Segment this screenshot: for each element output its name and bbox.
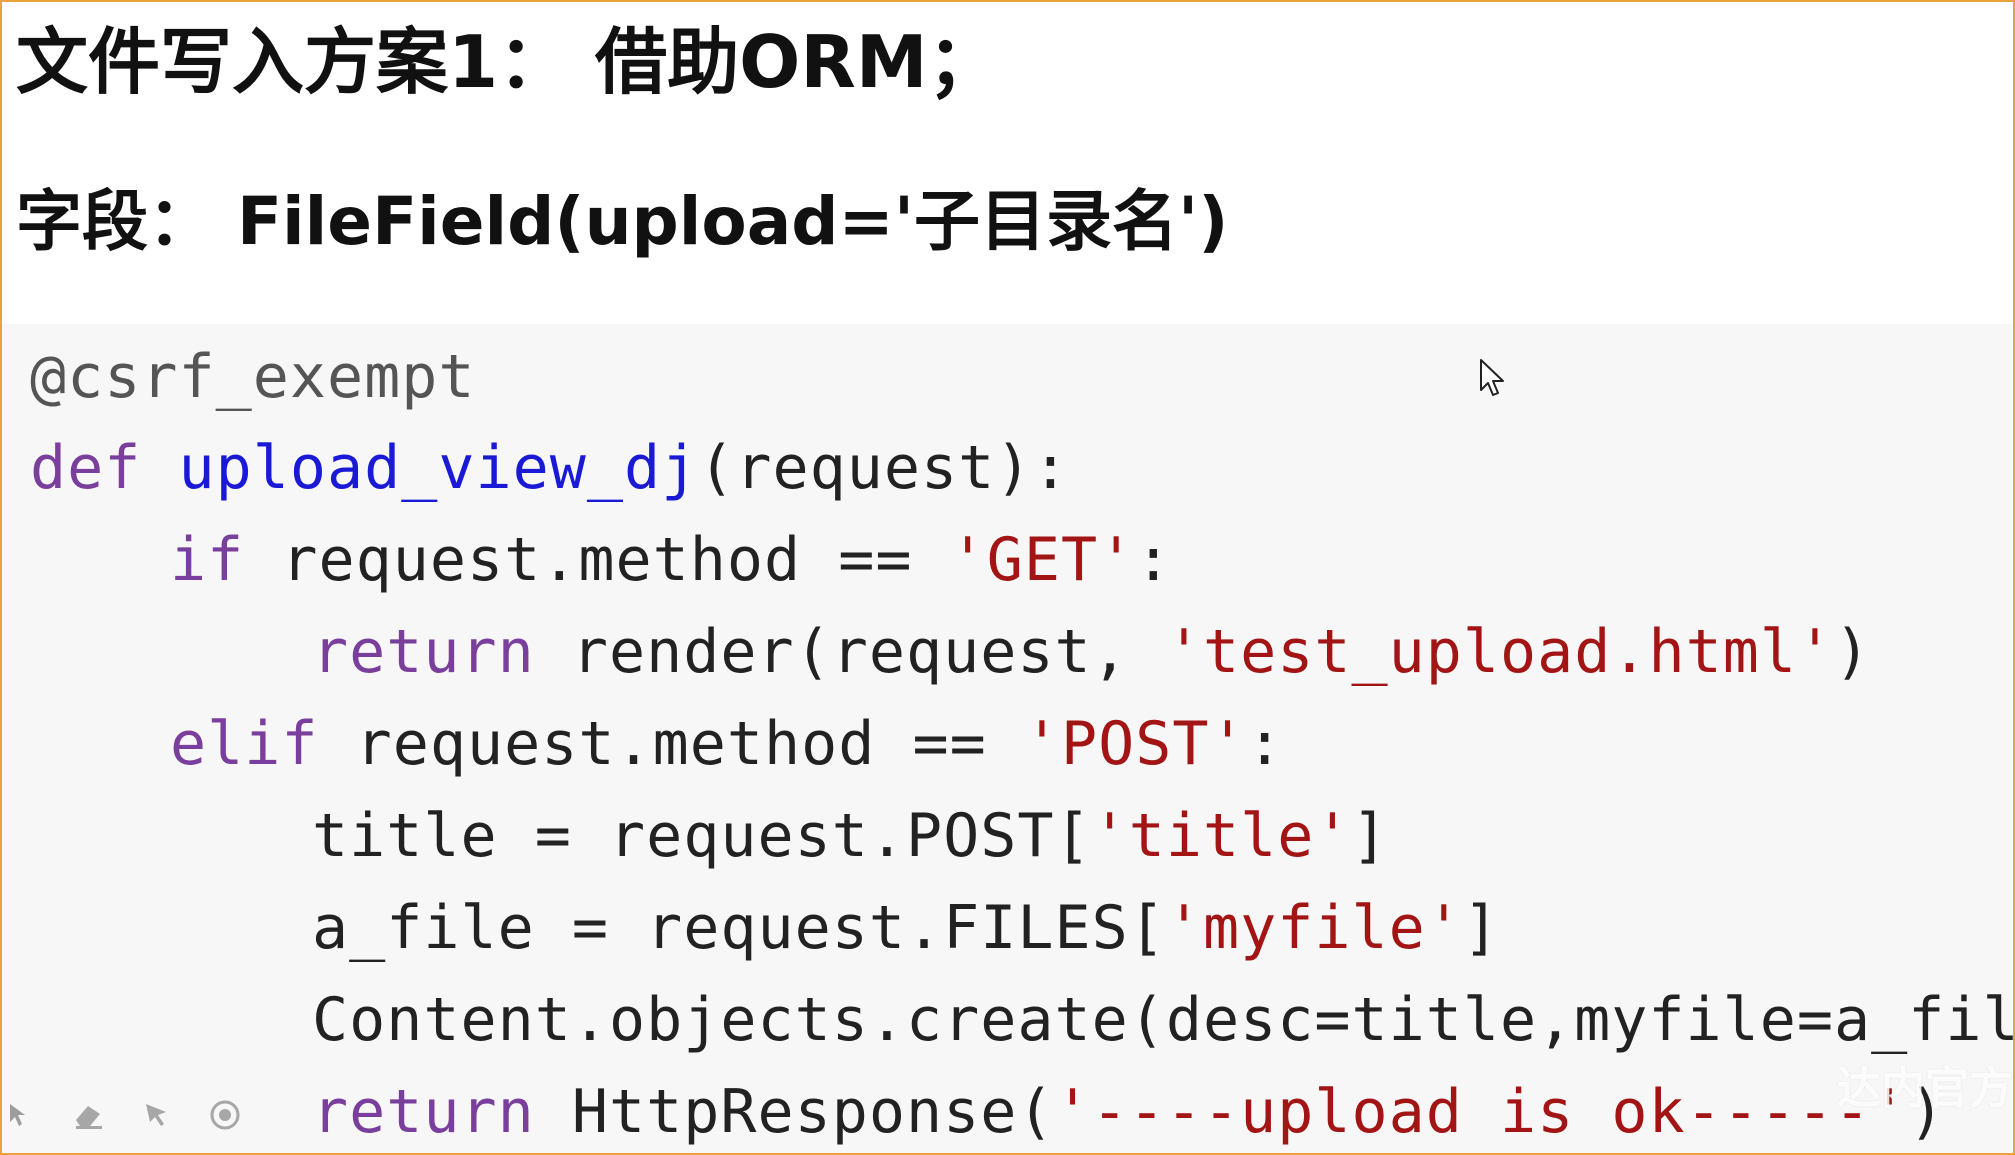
code-line-5: elif request.method == 'POST': <box>170 704 1284 784</box>
code-string: 'test_upload.html' <box>1165 617 1835 687</box>
code-text: request.method == <box>318 709 1024 779</box>
code-line-1: @csrf_exempt <box>30 337 475 417</box>
code-keyword: def <box>30 433 179 503</box>
code-keyword: if <box>170 525 245 595</box>
code-text-end: ) <box>1834 617 1872 687</box>
code-keyword: elif <box>170 709 319 779</box>
code-text: title = request.POST[ <box>312 801 1092 871</box>
code-line-3: if request.method == 'GET': <box>170 520 1172 600</box>
code-string: 'title' <box>1091 801 1352 871</box>
code-keyword: return <box>312 617 535 687</box>
annotation-toolbar <box>2 1090 244 1140</box>
code-line-6: title = request.POST['title'] <box>312 796 1389 876</box>
record-icon[interactable] <box>206 1096 244 1134</box>
code-text: render(request, <box>534 617 1166 687</box>
code-function-name: upload_view_dj <box>178 433 699 503</box>
code-text: (request): <box>698 433 1070 503</box>
code-string: 'myfile' <box>1165 893 1463 963</box>
code-decorator: @csrf_exempt <box>30 342 476 412</box>
arrow-icon[interactable] <box>2 1096 40 1134</box>
watermark: 达内官方 <box>1837 1063 2013 1114</box>
code-text-end: : <box>1246 709 1284 779</box>
eraser-icon[interactable] <box>70 1096 108 1134</box>
code-text: a_file = request.FILES[ <box>312 893 1166 963</box>
code-text-end: : <box>1135 525 1173 595</box>
code-block: @csrf_exempt def upload_view_dj(request)… <box>2 324 2015 1153</box>
code-string: 'GET' <box>949 525 1136 595</box>
slide-heading: 文件写入方案1： 借助ORM； <box>16 20 1000 104</box>
code-keyword: return <box>312 1077 535 1147</box>
pointer-icon[interactable] <box>138 1096 176 1134</box>
code-line-2: def upload_view_dj(request): <box>30 428 1069 508</box>
code-string: 'POST' <box>1023 709 1247 779</box>
code-string: '----upload is ok-----' <box>1054 1077 1909 1147</box>
code-text-end: ] <box>1462 893 1500 963</box>
code-text: request.method == <box>244 525 950 595</box>
code-text-end: ] <box>1351 801 1389 871</box>
mouse-pointer-icon <box>1479 358 1507 398</box>
code-text: HttpResponse( <box>534 1077 1055 1147</box>
code-line-4: return render(request, 'test_upload.html… <box>312 612 1871 692</box>
code-text: Content.objects.create(desc=title,myfile… <box>312 985 2015 1055</box>
code-line-9: return HttpResponse('----upload is ok---… <box>312 1072 1945 1152</box>
slide-frame: 文件写入方案1： 借助ORM； 字段： FileField(upload='子目… <box>0 0 2015 1155</box>
slide-subheading: 字段： FileField(upload='子目录名') <box>16 183 1229 260</box>
code-line-7: a_file = request.FILES['myfile'] <box>312 888 1500 968</box>
code-line-8: Content.objects.create(desc=title,myfile… <box>312 980 2015 1060</box>
